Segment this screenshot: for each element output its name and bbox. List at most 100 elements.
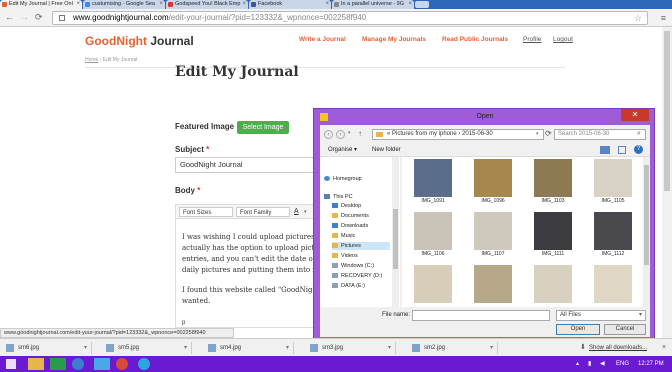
chevron-down-icon[interactable]: ▾ <box>184 342 187 354</box>
cancel-button[interactable]: Cancel <box>604 324 646 335</box>
tab-godspeed[interactable]: Godspeed You! Black Emp × <box>166 0 248 9</box>
preview-pane-icon[interactable] <box>618 146 626 154</box>
show-all-downloads-link[interactable]: Show all downloads... <box>589 342 647 354</box>
text-color-dropdown-icon[interactable]: ▾ <box>304 207 307 217</box>
nav-read-public[interactable]: Read Public Journals <box>442 36 508 43</box>
tree-scrollbar-thumb[interactable] <box>393 209 398 269</box>
font-family-dropdown[interactable]: Font Family <box>236 207 290 217</box>
tree-item-windows-c[interactable]: Windows (C:) <box>332 262 374 270</box>
tree-item-data-e[interactable]: DATA (E:) <box>332 282 365 290</box>
tab-edit-my-journal[interactable]: Edit My Journal | Free Onl × <box>0 0 82 9</box>
tree-item-pictures[interactable]: Pictures <box>332 242 390 250</box>
chevron-down-icon[interactable]: ▾ <box>388 342 391 354</box>
tree-scrollbar[interactable] <box>392 157 399 307</box>
file-thumbnail[interactable]: IMG_1107 <box>474 212 512 258</box>
nav-manage-journals[interactable]: Manage My Journals <box>362 36 426 43</box>
page-scrollbar[interactable] <box>662 27 672 343</box>
reload-icon[interactable]: ⟳ <box>35 12 43 23</box>
subject-field[interactable]: GoodNight Journal <box>175 157 320 173</box>
file-thumbnail[interactable]: IMG_1112 <box>594 212 632 258</box>
tab-google-search[interactable]: custumising - Google Sea × <box>83 0 165 9</box>
dialog-back-icon[interactable]: ‹ <box>324 130 333 139</box>
new-tab-button[interactable] <box>415 1 429 8</box>
tree-item-recovery-d[interactable]: RECOVERY (D:) <box>332 272 382 280</box>
tab-facebook[interactable]: Facebook × <box>249 0 331 9</box>
tree-item-homegroup[interactable]: Homegroup <box>324 175 362 183</box>
file-thumbnail[interactable]: IMG_1111 <box>534 212 572 258</box>
skype-icon[interactable] <box>138 358 150 370</box>
file-thumbnail[interactable]: IMG_1103 <box>534 159 572 205</box>
refresh-icon[interactable]: ⟳ <box>545 129 552 138</box>
clock[interactable]: 12:27 PM <box>638 359 664 369</box>
nav-logout[interactable]: Logout <box>553 36 573 43</box>
tab-close-icon[interactable]: × <box>159 0 163 9</box>
select-image-button[interactable]: Select Image <box>237 121 289 134</box>
file-name-input[interactable] <box>412 310 550 321</box>
font-sizes-dropdown[interactable]: Font Sizes <box>179 207 233 217</box>
site-logo[interactable]: GoodNight Journal <box>85 34 194 48</box>
scrollbar-thumb[interactable] <box>664 31 670 191</box>
ie-icon[interactable] <box>94 358 110 370</box>
body-editor[interactable]: Font Sizes Font Family A ▾ I was wishing… <box>175 204 325 328</box>
file-grid-scrollbar[interactable] <box>643 157 650 307</box>
dialog-forward-icon[interactable]: › <box>336 130 345 139</box>
windows-start-icon[interactable] <box>6 359 16 369</box>
tree-item-videos[interactable]: Videos <box>332 252 358 260</box>
download-item[interactable]: sm5.jpg ▾ <box>102 342 192 354</box>
file-thumbnail[interactable] <box>414 265 452 311</box>
view-options-icon[interactable] <box>600 146 610 154</box>
tree-item-music[interactable]: Music <box>332 232 355 240</box>
text-color-icon[interactable]: A <box>294 207 299 217</box>
nav-profile[interactable]: Profile <box>523 36 541 43</box>
up-arrow-icon[interactable]: ↑ <box>358 129 362 138</box>
file-grid-scrollbar-thumb[interactable] <box>644 165 649 265</box>
breadcrumb-home[interactable]: Home <box>85 57 98 63</box>
chevron-down-icon[interactable]: ▾ <box>84 342 87 354</box>
volume-icon[interactable]: ◀ <box>600 359 605 369</box>
organise-button[interactable]: Organise ▾ <box>328 145 357 155</box>
tree-item-this-pc[interactable]: This PC <box>324 193 353 201</box>
path-breadcrumb[interactable]: « Pictures from my iphone › 2015-06-30 <box>372 129 544 140</box>
tab-close-icon[interactable]: × <box>325 0 329 9</box>
new-folder-button[interactable]: New folder <box>372 145 401 155</box>
tab-close-icon[interactable]: × <box>242 0 246 9</box>
dialog-close-button[interactable]: ✕ <box>621 109 649 121</box>
tray-chevron-icon[interactable]: ▴ <box>576 359 579 369</box>
chevron-down-icon[interactable]: ▾ <box>286 342 289 354</box>
star-icon[interactable]: ☆ <box>634 12 642 24</box>
file-type-select[interactable]: All Files ▾ <box>556 310 646 321</box>
file-thumbnail[interactable]: IMG_1106 <box>414 212 452 258</box>
chrome-taskbar-icon[interactable] <box>116 358 128 370</box>
store-icon[interactable] <box>50 358 66 370</box>
file-thumbnail[interactable]: IMG_1091 <box>414 159 452 205</box>
url-field[interactable]: www.goodnightjournal.com/edit-your-journ… <box>52 11 648 25</box>
download-item[interactable]: sm4.jpg ▾ <box>204 342 294 354</box>
chrome-menu-icon[interactable]: ≡ <box>661 13 666 23</box>
search-input[interactable]: Search 2015-06-30 <box>554 129 646 140</box>
recent-dropdown-icon[interactable]: ▾ <box>348 130 351 136</box>
download-item[interactable]: sm2.jpg ▾ <box>408 342 498 354</box>
hp-icon[interactable] <box>72 358 84 370</box>
file-thumbnail[interactable] <box>534 265 572 311</box>
tab-parallel-universe[interactable]: In a parallel universe - 9G × <box>332 0 414 9</box>
explorer-icon[interactable] <box>28 358 44 370</box>
forward-arrow-icon[interactable]: → <box>20 12 29 22</box>
tree-item-desktop[interactable]: Desktop <box>332 202 361 210</box>
file-thumbnail[interactable] <box>594 265 632 311</box>
download-item[interactable]: sm3.jpg ▾ <box>306 342 396 354</box>
close-icon[interactable]: × <box>662 342 666 354</box>
file-thumbnail[interactable]: IMG_1096 <box>474 159 512 205</box>
open-button[interactable]: Open <box>556 324 600 335</box>
language-indicator[interactable]: ENG <box>616 359 629 369</box>
download-item[interactable]: sm6.jpg ▾ <box>2 342 92 354</box>
tab-close-icon[interactable]: × <box>76 0 80 9</box>
tree-item-downloads[interactable]: Downloads <box>332 222 368 230</box>
chevron-down-icon[interactable]: ▾ <box>490 342 493 354</box>
tab-close-icon[interactable]: × <box>408 0 412 9</box>
path-dropdown-icon[interactable]: ▾ <box>536 131 539 137</box>
back-arrow-icon[interactable]: ← <box>5 12 14 22</box>
help-icon[interactable]: ? <box>634 145 643 154</box>
network-icon[interactable]: ▮ <box>588 359 591 369</box>
file-thumbnail[interactable] <box>474 265 512 311</box>
tree-item-documents[interactable]: Documents <box>332 212 369 220</box>
